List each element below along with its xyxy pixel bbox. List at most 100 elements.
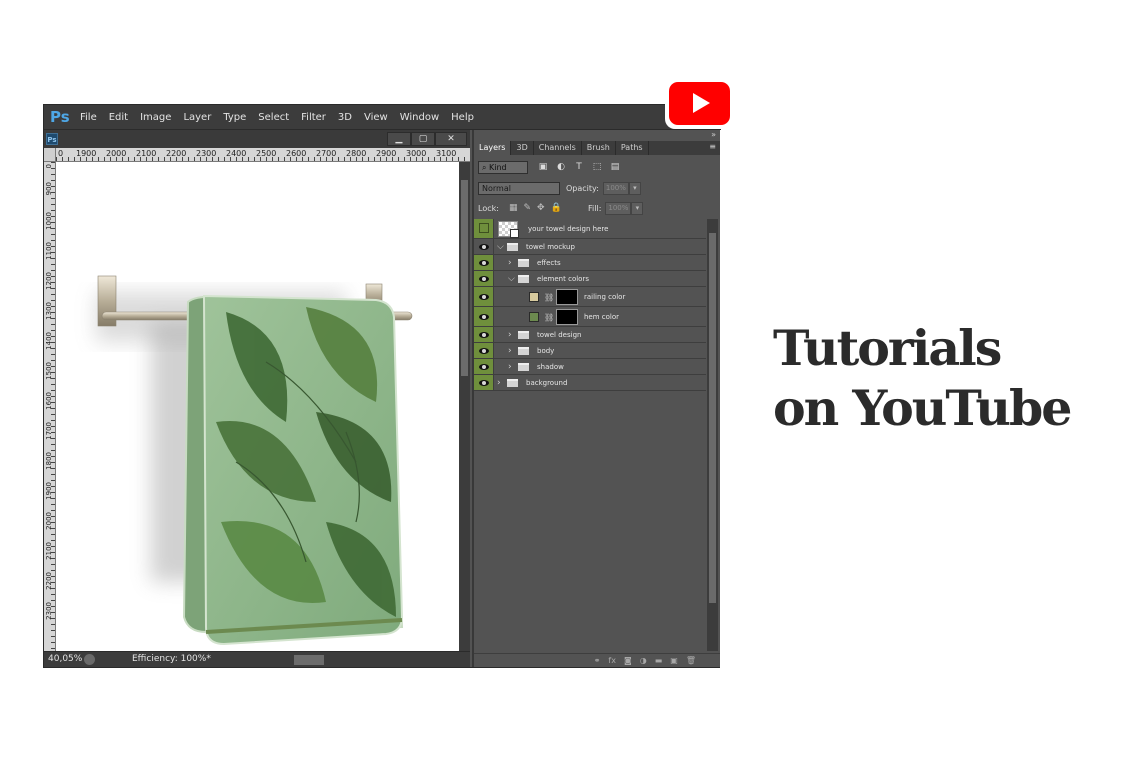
layer-row[interactable]: ⛓ hem color (474, 307, 706, 327)
visibility-toggle[interactable] (474, 255, 494, 270)
adjustment-filter-icon[interactable]: ◐ (552, 162, 570, 172)
scrollbar-thumb[interactable] (461, 180, 468, 376)
type-filter-icon[interactable]: T (570, 162, 588, 172)
chevron-right-icon[interactable]: › (508, 346, 512, 356)
layer-row[interactable]: › effects (474, 255, 706, 271)
smart-object-filter-icon[interactable]: ▤ (606, 162, 624, 172)
chevron-right-icon[interactable]: › (508, 362, 512, 372)
ruler-v-label: 1700 (45, 422, 53, 440)
visibility-toggle[interactable] (474, 271, 494, 286)
visibility-toggle[interactable] (474, 327, 494, 342)
new-adjustment-layer-icon[interactable]: ◑ (640, 656, 647, 665)
status-info-icon[interactable] (84, 654, 95, 665)
minimize-button[interactable]: ▁ (387, 132, 411, 146)
vertical-ruler[interactable]: 0 900 1000 1100 1200 1300 1400 1500 1600… (44, 162, 56, 651)
menu-window[interactable]: Window (394, 112, 445, 123)
kind-filter-select[interactable]: ⌕ Kind (478, 160, 528, 174)
tab-paths[interactable]: Paths (616, 141, 649, 155)
chevron-right-icon[interactable]: › (497, 378, 501, 388)
visibility-toggle[interactable] (474, 359, 494, 374)
document-tab-bar: Ps ▁ ▢ ✕ (44, 130, 470, 148)
image-filter-icon[interactable]: ▣ (534, 162, 552, 172)
chevron-down-icon[interactable]: ⌵ (497, 242, 504, 252)
layer-row[interactable]: › body (474, 343, 706, 359)
menu-file[interactable]: File (74, 112, 103, 123)
chevron-down-icon[interactable]: ⌵ (508, 274, 515, 284)
opacity-field[interactable]: 100% (602, 181, 629, 195)
tab-layers[interactable]: Layers (474, 141, 512, 155)
layer-row[interactable]: › shadow (474, 359, 706, 375)
visibility-toggle[interactable] (474, 307, 494, 326)
menu-3d[interactable]: 3D (332, 112, 358, 123)
layer-row[interactable]: your towel design here (474, 219, 706, 239)
layer-name: shadow (537, 362, 564, 371)
ruler-corner[interactable] (44, 148, 56, 162)
scrollbar-thumb[interactable] (709, 233, 716, 603)
lock-position-icon[interactable]: ✥ (537, 203, 545, 213)
new-group-icon[interactable]: ▬ (655, 656, 663, 665)
collapse-panel-icon[interactable]: » (711, 130, 716, 139)
panel-menu-icon[interactable]: ≡ (709, 142, 716, 151)
link-icon[interactable]: ⛓ (544, 313, 554, 322)
layer-row[interactable]: › background (474, 375, 706, 391)
visibility-toggle[interactable] (474, 375, 494, 390)
horizontal-ruler[interactable]: 0 1900 2000 2100 2200 2300 2400 2500 260… (56, 148, 470, 162)
delete-layer-icon[interactable]: 🗑 (686, 656, 696, 665)
menu-select[interactable]: Select (252, 112, 295, 123)
layer-row[interactable]: ⌵ towel mockup (474, 239, 706, 255)
menu-edit[interactable]: Edit (103, 112, 134, 123)
layers-vertical-scrollbar[interactable] (707, 219, 718, 651)
tab-channels[interactable]: Channels (534, 141, 582, 155)
fill-dropdown-icon[interactable]: ▾ (631, 201, 644, 215)
visibility-toggle-empty-icon[interactable] (474, 219, 494, 238)
layer-row[interactable]: ⌵ element colors (474, 271, 706, 287)
link-icon[interactable]: ⛓ (544, 293, 554, 302)
blend-row: Normal Opacity: 100% ▾ (478, 181, 641, 195)
document-canvas[interactable] (56, 162, 459, 651)
close-button[interactable]: ✕ (435, 132, 467, 146)
maximize-button[interactable]: ▢ (411, 132, 435, 146)
menu-help[interactable]: Help (445, 112, 480, 123)
layer-row[interactable]: › towel design (474, 327, 706, 343)
lock-all-icon[interactable]: 🔒 (551, 203, 562, 213)
lock-row: Lock: ▦ ✎ ✥ 🔒 Fill: 100% ▾ (478, 201, 718, 215)
visibility-toggle[interactable] (474, 343, 494, 358)
zoom-level[interactable]: 40,05% (48, 654, 82, 664)
youtube-logo-icon[interactable] (665, 79, 734, 129)
chevron-right-icon[interactable]: › (508, 258, 512, 268)
menu-type[interactable]: Type (217, 112, 252, 123)
new-layer-icon[interactable]: ▣ (670, 656, 678, 665)
fill-swatch[interactable] (529, 312, 539, 322)
visibility-toggle[interactable] (474, 287, 494, 306)
lock-image-icon[interactable]: ✎ (523, 203, 531, 213)
fill-field[interactable]: 100% (605, 201, 632, 215)
layer-row[interactable]: ⛓ railing color (474, 287, 706, 307)
ruler-v-label: 1000 (45, 212, 53, 230)
menu-view[interactable]: View (358, 112, 394, 123)
layer-mask-thumbnail[interactable] (556, 309, 578, 325)
add-layer-style-icon[interactable]: fx (608, 656, 616, 665)
layers-panel: » Layers 3D Channels Brush Paths ≡ ⌕ Kin… (472, 130, 720, 667)
tab-3d[interactable]: 3D (511, 141, 534, 155)
opacity-dropdown-icon[interactable]: ▾ (628, 181, 641, 195)
lock-transparent-icon[interactable]: ▦ (509, 203, 518, 213)
layer-mask-thumbnail[interactable] (556, 289, 578, 305)
menu-image[interactable]: Image (134, 112, 177, 123)
chevron-right-icon[interactable]: › (508, 330, 512, 340)
menu-layer[interactable]: Layer (177, 112, 217, 123)
folder-icon (518, 258, 529, 267)
canvas-vertical-scrollbar[interactable] (459, 162, 470, 651)
menu-filter[interactable]: Filter (295, 112, 332, 123)
headline-line-1: Tutorials (773, 319, 1002, 377)
link-layers-icon[interactable]: ⚭ (594, 656, 601, 665)
add-mask-icon[interactable]: ◙ (624, 656, 632, 665)
visibility-toggle[interactable] (474, 239, 494, 254)
horizontal-scrollbar-thumb[interactable] (294, 655, 324, 665)
ruler-v-label: 1300 (45, 302, 53, 320)
blend-mode-select[interactable]: Normal (478, 181, 560, 195)
ruler-h-label: 3100 (436, 149, 457, 158)
tab-brush[interactable]: Brush (582, 141, 616, 155)
fill-swatch[interactable] (529, 292, 539, 302)
lock-label: Lock: (478, 203, 499, 213)
shape-filter-icon[interactable]: ⬚ (588, 162, 606, 172)
